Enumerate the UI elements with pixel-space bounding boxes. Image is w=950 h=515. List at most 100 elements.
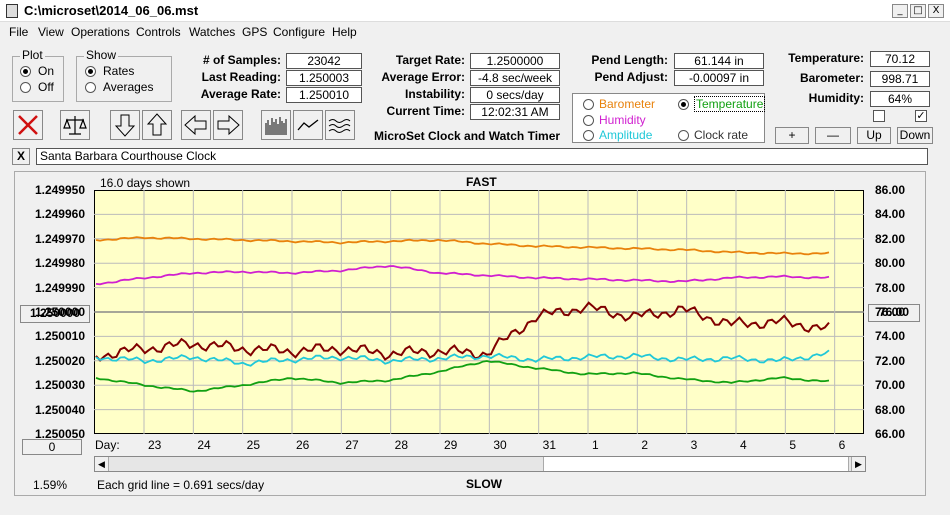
slow-label: SLOW [466, 477, 502, 491]
legend-barometer-radio[interactable] [583, 99, 594, 110]
arrow-down-icon [114, 114, 136, 137]
line-view-button[interactable] [293, 110, 323, 140]
plot-on-radio[interactable] [20, 66, 31, 77]
title-bar: C:\microset\2014_06_06.mst _ □ X [0, 0, 950, 22]
last-reading-label: Last Reading: [201, 70, 281, 84]
scroll-thumb[interactable] [543, 457, 849, 471]
menu-operations[interactable]: Operations [71, 25, 130, 39]
menu-bar: File View Operations Controls Watches GP… [0, 22, 950, 42]
bars-view-button[interactable] [261, 110, 291, 140]
maximize-button[interactable]: □ [910, 4, 926, 18]
right-tick-label: 84.00 [875, 207, 906, 222]
target-rate-field[interactable]: 1.2500000 [470, 53, 560, 69]
plus-button[interactable]: + [775, 127, 809, 144]
pend-adjust-label: Pend Adjust: [594, 70, 668, 84]
legend-humidity-radio[interactable] [583, 115, 594, 126]
x-tick-label: 25 [246, 438, 261, 452]
window-title: C:\microset\2014_06_06.mst [24, 3, 199, 18]
fast-label: FAST [466, 175, 497, 189]
left-checkbox[interactable] [873, 110, 885, 122]
menu-configure[interactable]: Configure [273, 25, 325, 39]
app-icon [6, 4, 18, 18]
grid-note: Each grid line = 0.691 secs/day [97, 478, 265, 492]
arrow-left-button[interactable] [181, 110, 211, 140]
clock-name-input[interactable]: Santa Barbara Courthouse Clock [36, 148, 928, 165]
show-group [76, 56, 172, 102]
arrow-down-button[interactable] [110, 110, 140, 140]
right-tick-label: 74.00 [875, 329, 906, 344]
menu-gps[interactable]: GPS [242, 25, 267, 39]
show-rates-radio[interactable] [85, 66, 96, 77]
clear-clock-button[interactable]: X [12, 148, 30, 165]
scroll-right-icon[interactable]: ▶ [851, 457, 865, 471]
app-name-label: MicroSet Clock and Watch Timer [374, 129, 561, 143]
balance-button[interactable] [60, 110, 90, 140]
left-tick-label: 1.249950 [34, 183, 85, 197]
pend-length-label: Pend Length: [591, 53, 668, 67]
right-tick-label: 72.00 [875, 353, 906, 368]
legend-clockrate-radio[interactable] [678, 130, 689, 141]
plot-scrollbar[interactable]: ◀ ▶ [94, 456, 866, 472]
left-tick-label: 1.249980 [34, 256, 85, 271]
x-tick-label: 29 [444, 438, 458, 452]
right-checkbox[interactable]: ✓ [915, 110, 927, 122]
humidity-label: Humidity: [808, 91, 864, 105]
left-tick-label: 1.250030 [34, 378, 85, 393]
left-tick-label: 1.250000 [34, 305, 85, 319]
legend-temperature-radio[interactable] [678, 99, 689, 110]
menu-help[interactable]: Help [332, 25, 357, 39]
plot-off-radio[interactable] [20, 82, 31, 93]
legend-amplitude-radio[interactable] [583, 130, 594, 141]
up-button[interactable]: Up [857, 127, 891, 144]
show-group-title: Show [84, 48, 119, 62]
stop-button[interactable] [13, 110, 43, 140]
temperature-field: 70.12 [870, 51, 930, 67]
instability-label: Instability: [404, 87, 465, 101]
plot-group [12, 56, 64, 102]
minus-button[interactable]: — [815, 127, 851, 144]
x-tick-label: 4 [740, 438, 747, 452]
down-button[interactable]: Down [897, 127, 933, 144]
wave-view-button[interactable] [325, 110, 355, 140]
balance-scale-icon [63, 116, 87, 135]
right-tick-label: 82.00 [875, 231, 906, 246]
menu-view[interactable]: View [38, 25, 64, 39]
temperature-label: Temperature: [788, 51, 864, 65]
wave-icon [328, 119, 351, 133]
x-tick-label: 28 [394, 438, 409, 452]
series-legend: Barometer Temperature Humidity Amplitude… [572, 93, 766, 143]
right-tick-label: 76.00 [875, 305, 906, 319]
menu-controls[interactable]: Controls [136, 25, 181, 39]
arrow-up-button[interactable] [142, 110, 172, 140]
menu-watches[interactable]: Watches [189, 25, 235, 39]
x-tick-label: 27 [345, 438, 359, 452]
zero-button[interactable]: 0 [22, 439, 82, 455]
legend-humidity[interactable]: Humidity [599, 113, 646, 127]
show-averages-radio[interactable] [85, 82, 96, 93]
x-tick-label: 24 [197, 438, 211, 452]
x-tick-label: 5 [789, 438, 797, 452]
legend-clockrate[interactable]: Clock rate [694, 128, 748, 142]
bar-chart-icon [265, 117, 287, 135]
right-tick-label: 86.00 [875, 183, 906, 197]
samples-label: # of Samples: [202, 53, 281, 67]
plot-on-label: On [38, 64, 55, 78]
right-tick-label: 68.00 [875, 402, 906, 417]
legend-amplitude[interactable]: Amplitude [599, 128, 652, 142]
x-tick-label: 30 [493, 438, 507, 452]
barometer-label: Barometer: [799, 71, 864, 85]
arrow-right-button[interactable] [213, 110, 243, 140]
instability-field: 0 secs/day [470, 87, 560, 103]
x-tick-label: 3 [690, 438, 698, 452]
menu-file[interactable]: File [9, 25, 28, 39]
average-error-field: -4.8 sec/week [470, 70, 560, 86]
close-button[interactable]: X [928, 4, 944, 18]
scroll-left-icon[interactable]: ◀ [95, 457, 109, 471]
left-tick-label: 1.249960 [34, 207, 85, 222]
barometer-field: 998.71 [870, 71, 930, 87]
current-time-field: 12:02:31 AM [470, 104, 560, 120]
legend-barometer[interactable]: Barometer [599, 97, 655, 111]
legend-temperature[interactable]: Temperature [694, 96, 766, 112]
minimize-button[interactable]: _ [892, 4, 908, 18]
target-rate-label: Target Rate: [395, 53, 465, 67]
